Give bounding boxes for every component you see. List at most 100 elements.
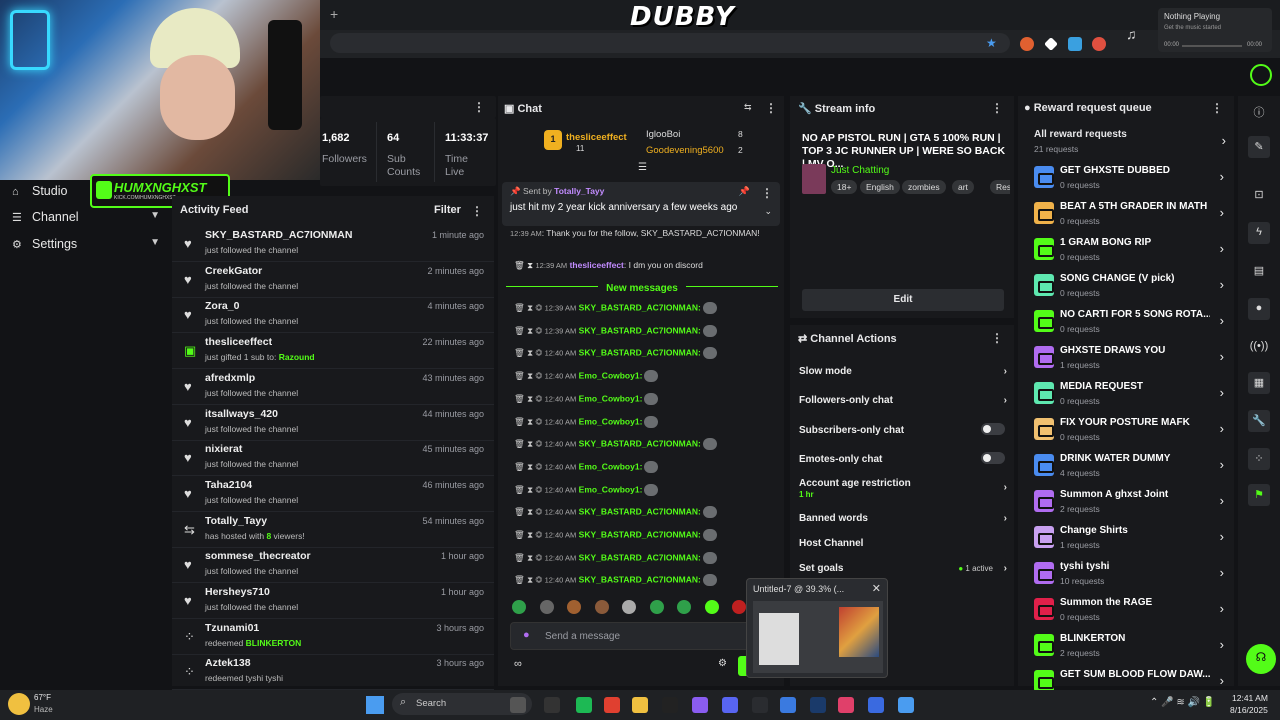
feed-row[interactable]: ♥ afredxmlp just followed the channel 43 mi…: [172, 369, 494, 405]
feed-user[interactable]: CreekGator: [205, 265, 262, 277]
mod-action-icons[interactable]: 🗑 ⧗ ◎: [514, 484, 545, 494]
itunes-icon[interactable]: [838, 697, 854, 713]
feed-user[interactable]: Aztek138: [205, 657, 251, 669]
new-tab-button[interactable]: +: [330, 6, 338, 22]
nav-channel[interactable]: ☰ Channel: [12, 210, 162, 224]
message-user[interactable]: SKY_BASTARD_AC7IONMAN:: [579, 348, 701, 358]
set-goals-row[interactable]: Set goals ● 1 active ›: [799, 563, 1009, 574]
layers-icon[interactable]: ▦: [1248, 372, 1270, 394]
reward-row[interactable]: Change Shirts 1 requests ›: [1032, 522, 1228, 558]
chat-input[interactable]: ● Send a message: [510, 622, 750, 650]
account-age-row[interactable]: Account age restriction 1 hr ›: [799, 478, 1009, 499]
mod-action-icons[interactable]: 🗑 ⧗ ◎: [514, 552, 545, 562]
feed-user[interactable]: itsallways_420: [205, 408, 278, 420]
mod-action-icons[interactable]: 🗑 ⧗ ◎: [514, 575, 545, 585]
emote-shortcut-icon[interactable]: [512, 600, 526, 614]
pencil-icon[interactable]: ✎: [1248, 136, 1270, 158]
reward-row[interactable]: BLINKERTON 2 requests ›: [1032, 630, 1228, 666]
flag-icon[interactable]: ⚑: [1248, 484, 1270, 506]
music-icon[interactable]: ♫: [1126, 26, 1137, 42]
emotes-only-toggle[interactable]: [981, 452, 1005, 464]
more-icon[interactable]: ⋮: [1211, 101, 1223, 115]
slow-mode-row[interactable]: Slow mode ›: [799, 366, 1009, 377]
file-explorer-icon[interactable]: [632, 697, 648, 713]
feed-row[interactable]: ♥ CreekGator just followed the channel 2 mi…: [172, 262, 494, 298]
message-user[interactable]: Emo_Cowboy1:: [579, 393, 643, 403]
help-headset-icon[interactable]: ☊: [1246, 644, 1276, 674]
extension-icon[interactable]: [1020, 37, 1034, 51]
feed-user[interactable]: Zora_0: [205, 300, 239, 312]
music-widget[interactable]: Nothing Playing Get the music started 00…: [1158, 8, 1272, 52]
pinned-message[interactable]: 📌 Sent by Totally_Tayy just hit my 2 yea…: [502, 182, 780, 226]
message-user[interactable]: Emo_Cowboy1:: [579, 370, 643, 380]
message-user[interactable]: SKY_BASTARD_AC7IONMAN:: [579, 552, 701, 562]
unpin-icon[interactable]: 📌: [739, 186, 750, 197]
reward-row[interactable]: NO CARTI FOR 5 SONG ROTA... 0 requests ›: [1032, 306, 1228, 342]
popout-icon[interactable]: ⇆: [744, 102, 752, 113]
expand-icon[interactable]: ☰: [638, 162, 647, 173]
mod-action-icons[interactable]: 🗑 ⧗ ◎: [514, 461, 545, 471]
more-icon[interactable]: ⋮: [761, 186, 773, 200]
followers-only-row[interactable]: Followers-only chat ›: [799, 395, 1009, 406]
feed-user[interactable]: Totally_Tayy: [205, 515, 267, 527]
edit-button[interactable]: Edit: [802, 289, 1004, 311]
feed-user[interactable]: nixierat: [205, 443, 242, 455]
settings-icon[interactable]: [868, 697, 884, 713]
emote-shortcut-icon[interactable]: [704, 600, 719, 614]
kick-app-icon[interactable]: [752, 697, 768, 713]
broadcast-icon[interactable]: ((•)): [1248, 336, 1270, 358]
emote-shortcut-icon[interactable]: [622, 600, 636, 614]
emote-shortcut-icon[interactable]: [539, 600, 554, 614]
banned-words-row[interactable]: Banned words ›: [799, 513, 1009, 524]
crop-icon[interactable]: ⊡: [1248, 184, 1270, 206]
wrench-icon[interactable]: 🔧: [1248, 410, 1270, 432]
feed-row[interactable]: ⁘ Tzunami01 redeemed BLINKERTON 3 hours ago: [172, 619, 494, 655]
message-user[interactable]: thesliceeffect: [570, 260, 624, 270]
close-icon[interactable]: ✕: [872, 582, 881, 595]
feed-row[interactable]: ♥ Zora_0 just followed the channel 4 minute…: [172, 297, 494, 334]
mod-action-icons[interactable]: 🗑 ⧗ ◎: [514, 529, 545, 539]
all-rewards-row[interactable]: All reward requests 21 requests ›: [1034, 126, 1230, 162]
feed-row[interactable]: ♥ Taha2104 just followed the channel 46 min…: [172, 476, 494, 512]
emote-shortcut-icon[interactable]: [567, 600, 581, 614]
chevron-down-icon[interactable]: ▼: [150, 237, 160, 248]
emote-shortcut-icon[interactable]: [677, 600, 691, 614]
discord-icon[interactable]: [722, 697, 738, 713]
message-user[interactable]: Emo_Cowboy1:: [579, 416, 643, 426]
message-user[interactable]: SKY_BASTARD_AC7IONMAN:: [579, 302, 701, 312]
chevron-down-icon[interactable]: ▼: [150, 210, 160, 221]
taskbar-preview-popup[interactable]: Untitled-7 @ 39.3% (... ✕: [746, 578, 888, 678]
feed-row[interactable]: ⁘ Aztek138 redeemed tyshi tyshi 3 hours ago: [172, 654, 494, 691]
feed-row[interactable]: ♥ sommese_thecreator just followed the cha…: [172, 547, 494, 584]
emote-shortcut-icon[interactable]: [649, 600, 664, 614]
reward-row[interactable]: SONG CHANGE (V pick) 0 requests ›: [1032, 270, 1228, 306]
feed-row[interactable]: ♥ SKY_BASTARD_AC7IONMAN just followed the …: [172, 226, 494, 262]
nav-settings[interactable]: ⚙ Settings: [12, 237, 77, 251]
chevron-down-icon[interactable]: ⌄: [764, 206, 772, 217]
message-user[interactable]: SKY_BASTARD_AC7IONMAN:: [579, 529, 701, 539]
nav-studio[interactable]: ⌂ Studio: [12, 184, 67, 198]
weather-icon[interactable]: [8, 693, 30, 715]
lightning-icon[interactable]: ϟ: [1248, 222, 1270, 244]
extension-icon[interactable]: [1068, 37, 1082, 51]
info-icon[interactable]: ⓘ: [1248, 100, 1270, 122]
category-name[interactable]: Just Chatting: [831, 165, 889, 176]
clock-time[interactable]: 12:41 AM: [1232, 693, 1268, 703]
star-icon[interactable]: ★: [986, 36, 997, 50]
music-progress[interactable]: [1182, 45, 1242, 47]
mod-action-icons[interactable]: 🗑 ⧗ ◎: [514, 393, 545, 403]
feed-user[interactable]: Taha2104: [205, 479, 252, 491]
feed-user[interactable]: SKY_BASTARD_AC7IONMAN: [205, 229, 352, 241]
mod-action-icons[interactable]: 🗑 ⧗ ◎: [514, 325, 545, 335]
feed-row[interactable]: ♥ Hersheys710 just followed the channel 1 h…: [172, 583, 494, 619]
mod-action-icons[interactable]: 🗑 ⧗ ◎: [514, 370, 545, 380]
emote-shortcut-icon[interactable]: [594, 600, 609, 614]
more-icon[interactable]: ⋮: [991, 101, 1003, 115]
reward-row[interactable]: 1 GRAM BONG RIP 0 requests ›: [1032, 234, 1228, 270]
message-user[interactable]: SKY_BASTARD_AC7IONMAN:: [579, 325, 701, 335]
chrome-icon[interactable]: [604, 697, 620, 713]
feed-user[interactable]: thesliceeffect: [205, 336, 272, 348]
clock-date[interactable]: 8/16/2025: [1230, 705, 1268, 715]
message-user[interactable]: SKY_BASTARD_AC7IONMAN:: [579, 438, 701, 448]
subscribers-only-toggle[interactable]: [981, 423, 1005, 435]
